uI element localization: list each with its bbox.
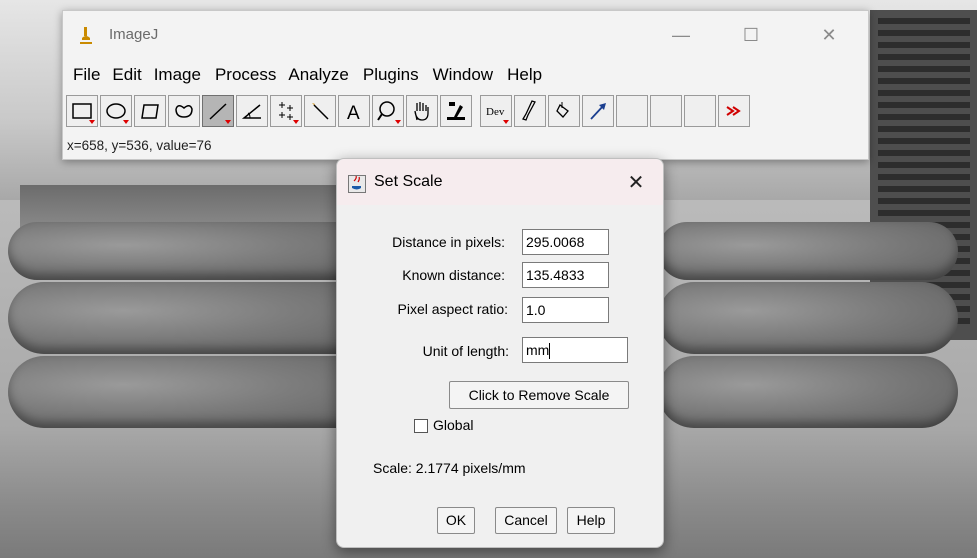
arrow-tool[interactable] [582, 95, 614, 127]
dialog-close-button[interactable]: ✕ [622, 169, 650, 197]
minimize-button[interactable]: — [667, 21, 695, 49]
imagej-titlebar: ImageJ — ☐ ✕ [63, 11, 868, 59]
global-checkbox[interactable] [414, 419, 428, 433]
oval-tool[interactable] [100, 95, 132, 127]
empty-tool-1[interactable] [616, 95, 648, 127]
double-chevron-icon [726, 106, 741, 116]
empty-tool-2[interactable] [650, 95, 682, 127]
freehand-tool[interactable] [168, 95, 200, 127]
dropper-icon [447, 102, 465, 120]
brush-icon [522, 100, 536, 121]
close-button[interactable]: ✕ [815, 21, 843, 49]
distance-label: Distance in pixels: [392, 234, 505, 250]
toolbar: A Dev [66, 95, 752, 131]
louver-slat [878, 78, 970, 84]
text-icon: A [347, 103, 360, 123]
distance-in-pixels-field[interactable]: 295.0068 [522, 229, 609, 255]
polygon-icon [141, 104, 159, 119]
dev-tool[interactable]: Dev [480, 95, 512, 127]
louver-slat [878, 126, 970, 132]
maximize-button[interactable]: ☐ [737, 21, 765, 49]
louver-slat [878, 90, 970, 96]
hand-icon [414, 102, 429, 121]
polygon-tool[interactable] [134, 95, 166, 127]
text-caret [549, 343, 551, 360]
line-tool[interactable] [202, 95, 234, 127]
freehand-icon [175, 105, 193, 118]
dropper-tool[interactable] [440, 95, 472, 127]
known-distance-label: Known distance: [402, 267, 505, 283]
sample-layer [658, 282, 958, 354]
louver-slat [878, 150, 970, 156]
rectangle-tool[interactable] [66, 95, 98, 127]
menu-edit[interactable]: Edit [102, 63, 141, 87]
scale-readout: Scale: 2.1774 pixels/mm [373, 460, 526, 476]
status-bar: x=658, y=536, value=76 [67, 138, 212, 153]
louver-slat [878, 162, 970, 168]
louver-slat [878, 174, 970, 180]
hand-tool[interactable] [406, 95, 438, 127]
dialog-title: Set Scale [374, 173, 443, 190]
louver-slat [878, 54, 970, 60]
sample-layer [658, 222, 958, 280]
louver-slat [878, 198, 970, 204]
known-distance-field[interactable]: 135.4833 [522, 262, 609, 288]
menu-plugins[interactable]: Plugins [351, 63, 419, 87]
pixel-aspect-ratio-field[interactable]: 1.0 [522, 297, 609, 323]
louver-slat [878, 18, 970, 24]
ok-button[interactable]: OK [437, 507, 475, 534]
window-title: ImageJ [109, 26, 159, 43]
cancel-button[interactable]: Cancel [495, 507, 557, 534]
unit-of-length-field[interactable]: mm [522, 337, 628, 363]
menu-analyze[interactable]: Analyze [278, 63, 348, 87]
flood-fill-icon [556, 102, 569, 118]
louver-slat [878, 114, 970, 120]
svg-text:Dev: Dev [486, 106, 505, 118]
set-scale-dialog: Set Scale ✕ Distance in pixels: 295.0068… [336, 158, 664, 548]
angle-icon [241, 104, 261, 119]
menu-bar: File Edit Image Process Analyze Plugins … [63, 63, 544, 87]
microscope-icon [80, 27, 92, 44]
zoom-tool[interactable] [372, 95, 404, 127]
louver-slat [878, 138, 970, 144]
java-icon [348, 175, 366, 193]
empty-tool-3[interactable] [684, 95, 716, 127]
point-tool[interactable] [270, 95, 302, 127]
sample-layer [658, 356, 958, 428]
global-label: Global [433, 417, 474, 433]
louver-slat [878, 210, 970, 216]
louver-slat [878, 42, 970, 48]
imagej-window: ImageJ — ☐ ✕ File Edit Image Process Ana… [62, 10, 869, 160]
svg-text:A: A [347, 103, 360, 123]
unit-value: mm [526, 342, 550, 358]
menu-window[interactable]: Window [421, 63, 493, 87]
louver-slat [878, 102, 970, 108]
angle-tool[interactable] [236, 95, 268, 127]
menu-image[interactable]: Image [144, 63, 201, 87]
remove-scale-button[interactable]: Click to Remove Scale [449, 381, 629, 409]
menu-process[interactable]: Process [203, 63, 276, 87]
brush-tool[interactable] [514, 95, 546, 127]
help-button[interactable]: Help [567, 507, 615, 534]
flood-tool[interactable] [548, 95, 580, 127]
dialog-titlebar: Set Scale ✕ [337, 159, 663, 205]
wand-icon [312, 103, 329, 120]
text-tool[interactable]: A [338, 95, 370, 127]
wand-tool[interactable] [304, 95, 336, 127]
menu-help[interactable]: Help [495, 63, 542, 87]
more-tools[interactable] [718, 95, 750, 127]
louver-slat [878, 186, 970, 192]
arrow-icon [590, 103, 606, 120]
louver-slat [878, 66, 970, 72]
louver-slat [878, 30, 970, 36]
menu-file[interactable]: File [63, 63, 100, 87]
unit-of-length-label: Unit of length: [422, 343, 509, 359]
aspect-ratio-label: Pixel aspect ratio: [397, 301, 509, 317]
